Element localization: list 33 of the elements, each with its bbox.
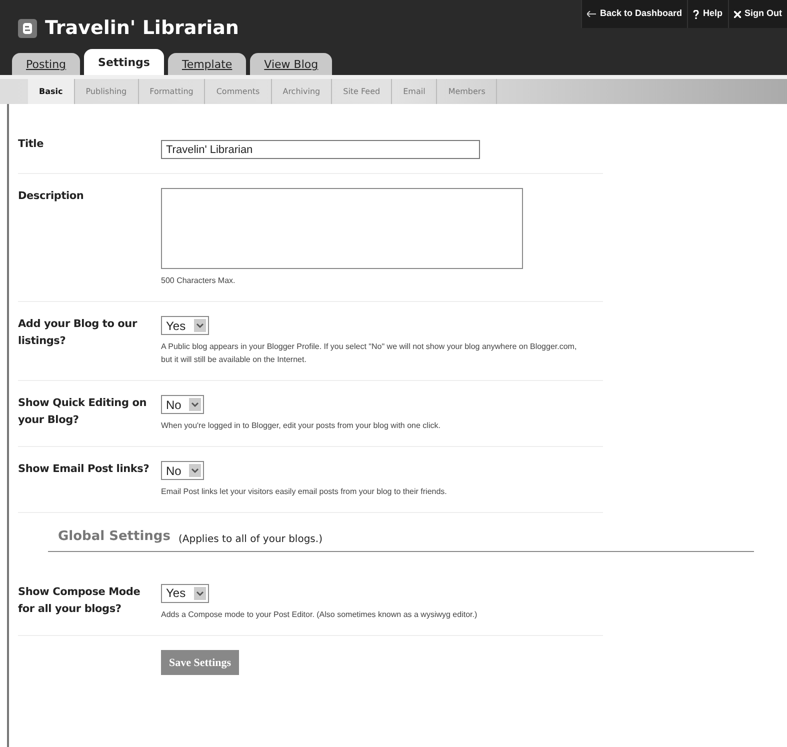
close-icon <box>734 10 740 18</box>
dropdown[interactable]: No <box>161 461 204 480</box>
tab[interactable]: Posting <box>12 53 80 75</box>
setting-label: Description <box>18 189 85 204</box>
tab[interactable]: Template <box>168 53 246 75</box>
blog-title: Travelin' Librarian <box>45 16 239 41</box>
header-link[interactable]: Help <box>686 0 728 28</box>
dropdown[interactable]: Yes <box>161 584 209 602</box>
subtab[interactable]: Basic <box>28 79 75 104</box>
setting-label: Title <box>18 137 45 152</box>
setting-label: Add your Blog to our listings? <box>18 317 138 349</box>
setting-label: Show Email Post links? <box>18 462 150 477</box>
help-text: Email Post links let your visitors easily email posts from your blog to their friends. <box>161 486 447 498</box>
header-link[interactable]: Sign Out <box>728 0 787 28</box>
setting-label: Show Compose Mode for all your blogs? <box>18 584 142 616</box>
blog-logo-icon <box>18 18 37 38</box>
help-icon <box>692 10 699 18</box>
setting-label: Show Quick Editing on your Blog? <box>18 396 148 428</box>
section-heading: Global Settings <box>58 528 170 546</box>
dropdown[interactable]: No <box>161 395 204 414</box>
tab[interactable]: Settings <box>84 49 164 75</box>
left-arrow-icon <box>586 11 596 17</box>
help-text: 500 Characters Max. <box>161 275 236 287</box>
help-text: Adds a Compose mode to your Post Editor. (Also sometimes known as a wysiwyg editor.) <box>161 608 478 620</box>
section-note: (Applies to all of your blogs.) <box>178 532 322 546</box>
title-field[interactable]: Travelin' Librarian <box>161 140 480 159</box>
dropdown[interactable]: Yes <box>161 316 209 335</box>
help-text: When you're logged in to Blogger, edit your posts from your blog with one click. <box>161 420 440 432</box>
help-text: A Public blog appears in your Blogger Profile. If you select "No" we will not show your blog anywhere on Blogger.com, but it will still be available on the Internet. <box>161 341 578 366</box>
tab[interactable]: View Blog <box>250 53 332 75</box>
description-field[interactable] <box>161 188 523 269</box>
save-settings-button[interactable]: Save Settings <box>161 650 240 676</box>
header-link[interactable]: Back to Dashboard <box>580 0 687 28</box>
